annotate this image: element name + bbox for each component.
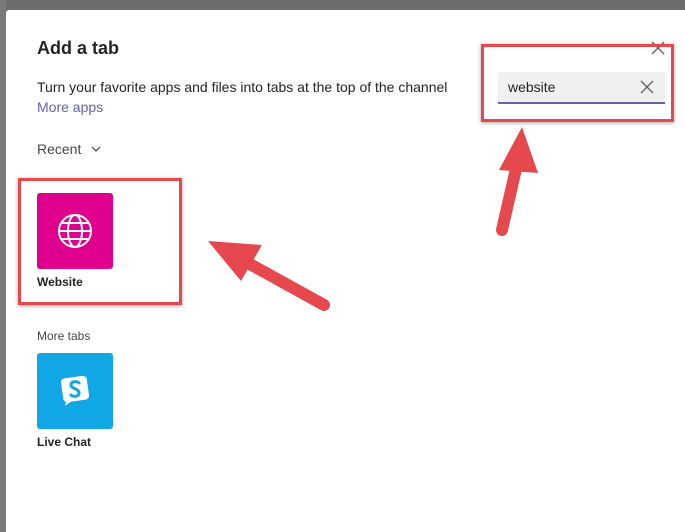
search-input[interactable]	[508, 72, 628, 102]
recent-filter-dropdown[interactable]: Recent	[37, 141, 101, 157]
dialog-title: Add a tab	[37, 38, 120, 58]
add-tab-dialog: Add a tab Turn your favorite apps and fi…	[6, 10, 685, 532]
chevron-down-icon	[91, 146, 101, 152]
live-chat-app-label[interactable]: Live Chat	[37, 435, 91, 449]
recent-filter-label: Recent	[37, 141, 82, 157]
search-box	[498, 72, 665, 104]
more-tabs-heading: More tabs	[37, 329, 91, 343]
dialog-subtitle: Turn your favorite apps and files into t…	[37, 79, 448, 95]
clear-search-icon[interactable]	[640, 80, 654, 94]
live-chat-icon	[60, 375, 90, 406]
more-apps-link[interactable]: More apps	[37, 99, 103, 115]
website-app-tile[interactable]	[37, 193, 113, 269]
close-icon[interactable]	[650, 40, 666, 56]
live-chat-app-tile[interactable]	[37, 353, 113, 429]
globe-icon	[58, 214, 92, 248]
website-app-label[interactable]: Website	[37, 275, 83, 289]
